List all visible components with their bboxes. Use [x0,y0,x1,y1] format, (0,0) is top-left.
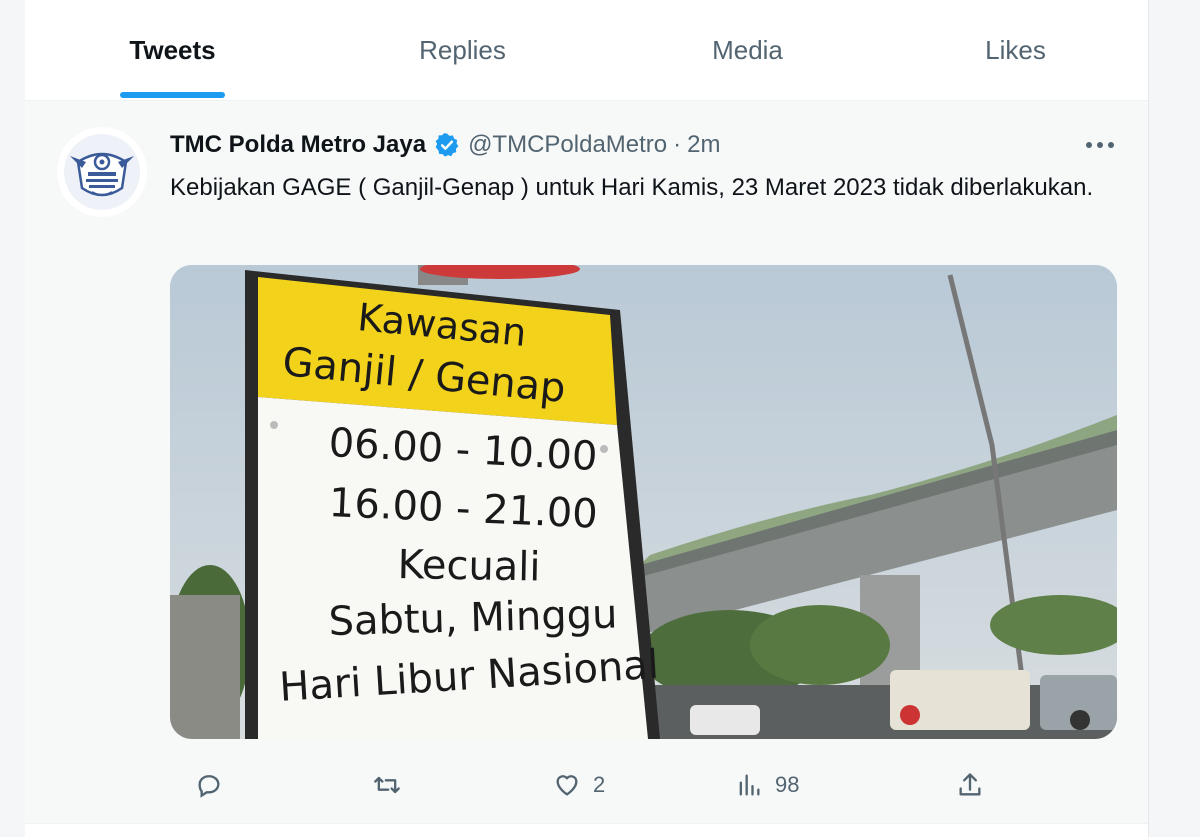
share-button[interactable] [956,765,984,805]
sign-line3: Kecuali [397,542,541,591]
profile-tabs: Tweets Replies Media Likes [25,0,1148,100]
display-name[interactable]: TMC Polda Metro Jaya [170,131,426,159]
reply-icon [198,775,220,798]
reply-button[interactable] [195,765,235,805]
sign-line4: Sabtu, Minggu [328,591,618,645]
like-button[interactable]: 2 [553,765,605,805]
heart-icon [556,775,578,796]
like-count: 2 [593,772,606,797]
retweet-button[interactable] [373,765,413,805]
share-icon [959,773,981,796]
profile-timeline: Tweets Replies Media Likes TMC Polda Met… [25,0,1148,837]
views-button[interactable]: 98 [735,765,799,805]
active-tab-indicator [120,92,225,98]
tweet-header: TMC Polda Metro Jaya @TMCPoldaMetro · 2m [170,129,720,161]
tab-likes[interactable]: Likes [943,0,1088,100]
police-emblem-icon [64,134,140,210]
timestamp[interactable]: 2m [687,131,720,159]
tweet-image[interactable]: Kawasan Ganjil / Genap 06.00 - 10.00 16.… [170,265,1117,739]
divider [25,823,1148,824]
more-horizontal-icon[interactable] [1080,129,1120,161]
verified-badge-icon [434,132,460,158]
views-count: 98 [775,772,800,797]
separator: · [673,131,682,158]
tab-media[interactable]: Media [675,0,820,100]
avatar[interactable] [57,127,147,217]
views-chart-icon [739,774,760,796]
tweet[interactable]: TMC Polda Metro Jaya @TMCPoldaMetro · 2m… [25,101,1148,823]
tweet-actions: 2 98 [170,765,1110,805]
retweet-icon [374,776,400,794]
tab-tweets[interactable]: Tweets [100,0,245,100]
handle[interactable]: @TMCPoldaMetro [468,131,667,159]
tweet-text: Kebijakan GAGE ( Ganjil-Genap ) untuk Ha… [170,174,1094,201]
column-border [1148,0,1149,837]
tab-replies[interactable]: Replies [390,0,535,100]
